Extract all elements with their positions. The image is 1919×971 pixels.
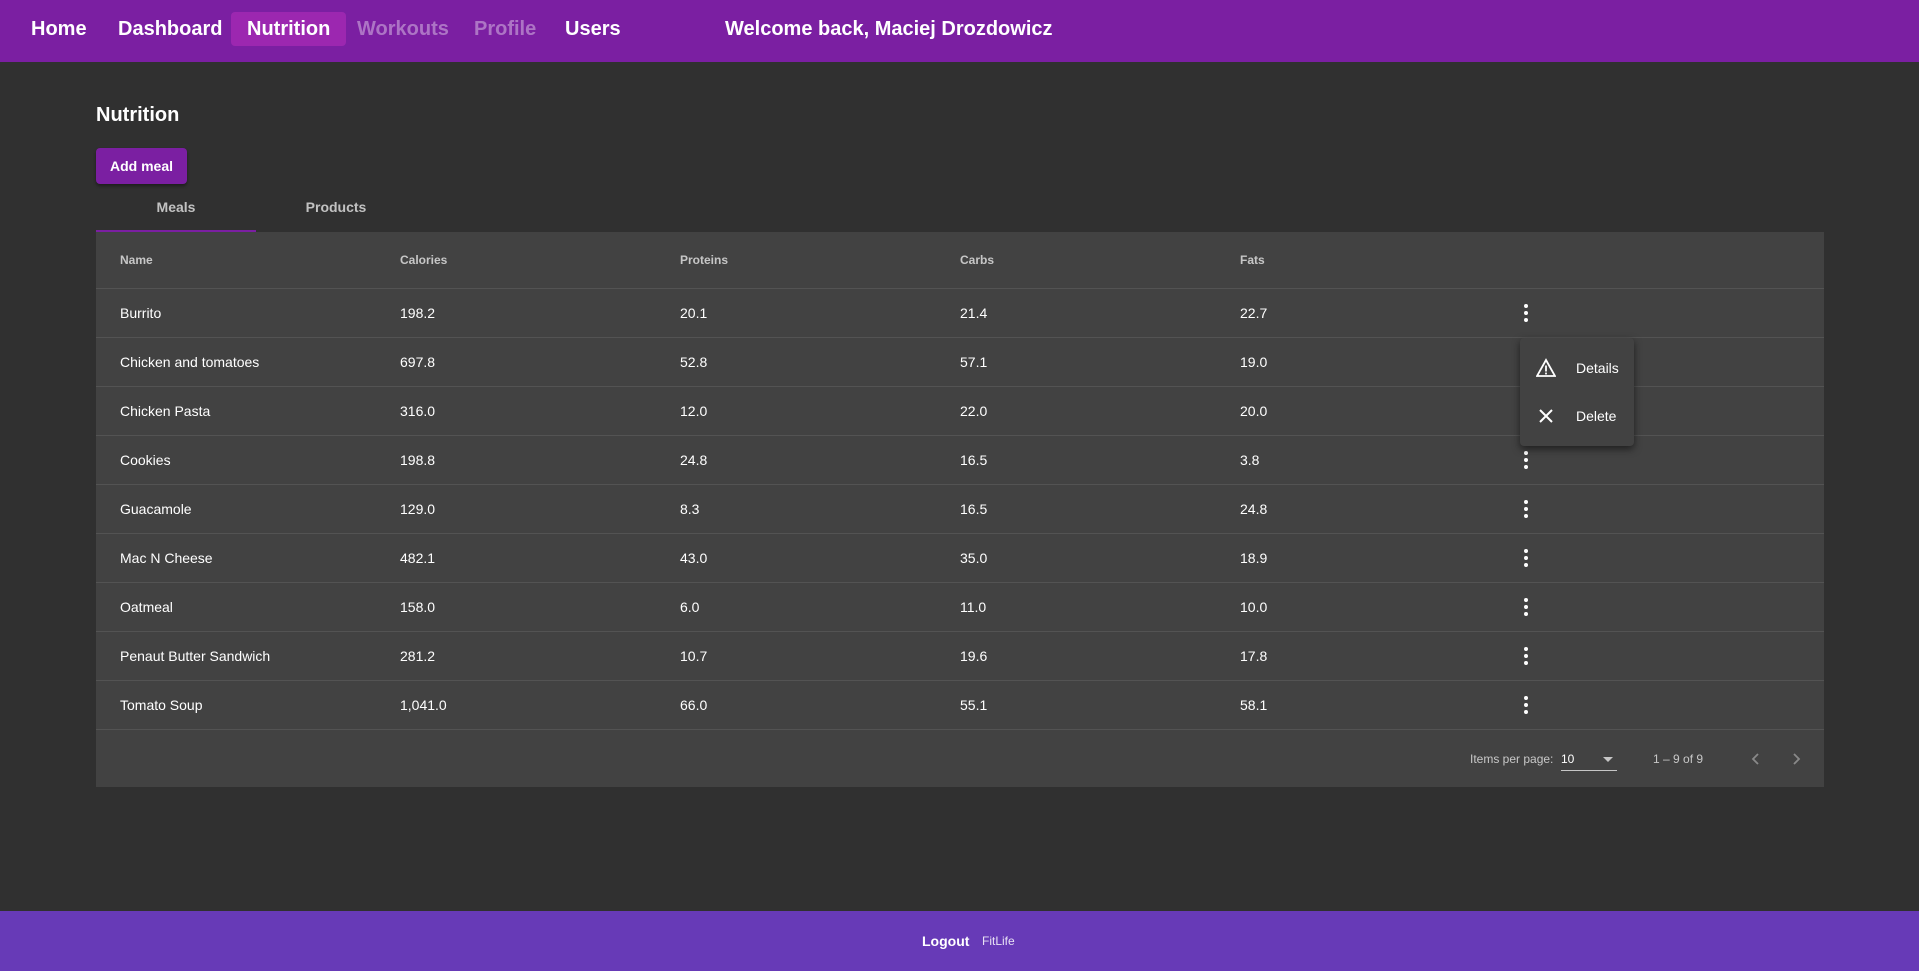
cell-carbs: 11.0	[960, 599, 987, 615]
page-title: Nutrition	[96, 104, 180, 126]
nav-nutrition[interactable]: Nutrition	[231, 12, 347, 46]
add-meal-button[interactable]: Add meal	[96, 148, 187, 184]
brand-name: FitLife	[982, 934, 1015, 948]
welcome-message: Welcome back, Maciej Drozdowicz	[725, 18, 1053, 40]
warning-icon	[1536, 358, 1556, 377]
items-per-page-select[interactable]: 10	[1561, 747, 1617, 771]
tab-products[interactable]: Products	[256, 190, 416, 232]
header-name[interactable]: Name	[120, 232, 153, 288]
cell-calories: 129.0	[400, 501, 436, 517]
cell-carbs: 16.5	[960, 501, 988, 517]
row-more-vert-icon[interactable]	[1514, 448, 1538, 472]
cell-fats: 18.9	[1240, 550, 1268, 566]
chevron-left-icon	[1751, 753, 1759, 765]
nav-home[interactable]: Home	[15, 12, 103, 46]
cell-fats: 3.8	[1240, 452, 1260, 468]
header-calories[interactable]: Calories	[400, 232, 447, 288]
cell-name: Tomato Soup	[120, 697, 203, 713]
cell-name: Mac N Cheese	[120, 550, 213, 566]
cell-carbs: 22.0	[960, 403, 988, 419]
table-row: Burrito 198.2 20.1 21.4 22.7	[96, 289, 1824, 338]
row-more-vert-icon[interactable]	[1514, 546, 1538, 570]
row-more-vert-icon[interactable]	[1514, 595, 1538, 619]
cell-carbs: 57.1	[960, 354, 988, 370]
table-row: Guacamole 129.0 8.3 16.5 24.8	[96, 485, 1824, 534]
footer: Logout FitLife	[0, 911, 1919, 971]
cell-proteins: 20.1	[680, 305, 708, 321]
cell-name: Guacamole	[120, 501, 192, 517]
cell-fats: 24.8	[1240, 501, 1268, 517]
cell-proteins: 6.0	[680, 599, 700, 615]
chevron-right-icon	[1793, 753, 1801, 765]
cell-carbs: 35.0	[960, 550, 988, 566]
nav-users[interactable]: Users	[549, 12, 637, 46]
next-page-button[interactable]	[1784, 747, 1808, 771]
header-proteins[interactable]: Proteins	[680, 232, 728, 288]
menu-item-delete[interactable]: Delete	[1520, 392, 1634, 440]
cell-calories: 281.2	[400, 648, 436, 664]
cell-fats: 10.0	[1240, 599, 1268, 615]
table-row: Tomato Soup 1,041.0 66.0 55.1 58.1	[96, 681, 1824, 730]
cell-fats: 58.1	[1240, 697, 1268, 713]
cell-name: Penaut Butter Sandwich	[120, 648, 271, 664]
tab-group: Meals Products	[96, 190, 416, 232]
cell-calories: 1,041.0	[400, 697, 447, 713]
items-per-page-value: 10	[1561, 752, 1575, 766]
top-navbar: Home Dashboard Nutrition Workouts Profil…	[0, 0, 1919, 62]
cell-proteins: 52.8	[680, 354, 708, 370]
cell-name: Chicken and tomatoes	[120, 354, 260, 370]
meals-table: Name Calories Proteins Carbs Fats Burrit…	[96, 232, 1824, 787]
cell-name: Burrito	[120, 305, 162, 321]
cell-calories: 198.2	[400, 305, 436, 321]
cell-carbs: 19.6	[960, 648, 988, 664]
table-row: Mac N Cheese 482.1 43.0 35.0 18.9	[96, 534, 1824, 583]
cell-calories: 316.0	[400, 403, 436, 419]
cell-fats: 22.7	[1240, 305, 1268, 321]
cell-carbs: 21.4	[960, 305, 988, 321]
table-row: Oatmeal 158.0 6.0 11.0 10.0	[96, 583, 1824, 632]
cell-carbs: 16.5	[960, 452, 988, 468]
cell-calories: 697.8	[400, 354, 436, 370]
cell-calories: 198.8	[400, 452, 436, 468]
menu-item-details[interactable]: Details	[1520, 344, 1634, 392]
row-more-vert-icon[interactable]	[1514, 644, 1538, 668]
row-more-vert-icon[interactable]	[1514, 497, 1538, 521]
cell-proteins: 10.7	[680, 648, 708, 664]
menu-item-label: Details	[1576, 360, 1619, 376]
row-actions-menu: Details Delete	[1520, 338, 1634, 446]
table-row: Penaut Butter Sandwich 281.2 10.7 19.6 1…	[96, 632, 1824, 681]
cell-proteins: 66.0	[680, 697, 708, 713]
dropdown-arrow-icon	[1603, 757, 1613, 762]
items-per-page-label: Items per page:	[1470, 752, 1554, 766]
header-carbs[interactable]: Carbs	[960, 232, 994, 288]
row-more-vert-icon[interactable]	[1514, 693, 1538, 717]
paginator: Items per page: 10 1 – 9 of 9	[96, 731, 1824, 787]
cell-name: Chicken Pasta	[120, 403, 211, 419]
page-range: 1 – 9 of 9	[1653, 752, 1704, 766]
nav-dashboard[interactable]: Dashboard	[102, 12, 238, 46]
cell-proteins: 8.3	[680, 501, 700, 517]
header-fats[interactable]: Fats	[1240, 232, 1265, 288]
close-icon	[1539, 409, 1553, 423]
logout-link[interactable]: Logout	[922, 933, 969, 949]
cell-fats: 20.0	[1240, 403, 1268, 419]
menu-item-label: Delete	[1576, 408, 1617, 424]
row-more-vert-icon[interactable]	[1514, 301, 1538, 325]
cell-proteins: 43.0	[680, 550, 708, 566]
cell-calories: 482.1	[400, 550, 436, 566]
cell-proteins: 12.0	[680, 403, 708, 419]
cell-name: Cookies	[120, 452, 171, 468]
cell-fats: 19.0	[1240, 354, 1268, 370]
cell-calories: 158.0	[400, 599, 436, 615]
nav-profile: Profile	[474, 18, 537, 40]
cell-carbs: 55.1	[960, 697, 988, 713]
previous-page-button[interactable]	[1744, 747, 1768, 771]
tab-meals[interactable]: Meals	[96, 190, 256, 232]
cell-proteins: 24.8	[680, 452, 708, 468]
table-header-row: Name Calories Proteins Carbs Fats	[96, 232, 1824, 289]
nav-workouts: Workouts	[357, 18, 449, 40]
cell-name: Oatmeal	[120, 599, 173, 615]
cell-fats: 17.8	[1240, 648, 1268, 664]
